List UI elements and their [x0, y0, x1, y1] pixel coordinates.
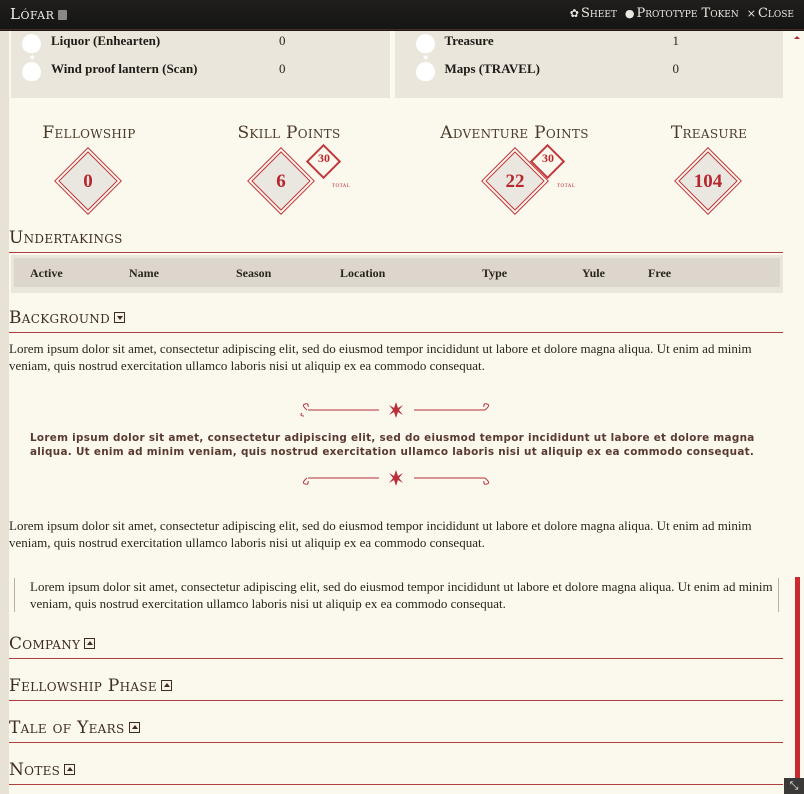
treasure-value[interactable]: 104: [678, 171, 738, 193]
expand-toggle-icon[interactable]: [128, 722, 140, 733]
stat-fellowship: Fellowship: [39, 123, 139, 143]
character-name: Lófar: [10, 5, 55, 23]
notes-heading[interactable]: Notes: [9, 760, 783, 785]
background-paragraph: Lorem ipsum dolor sit amet, consectetur …: [9, 341, 752, 373]
stat-label: Treasure: [670, 123, 748, 143]
stat-label: Adventure Points: [440, 123, 589, 143]
bag-icon: [415, 31, 435, 53]
adventure-points-total[interactable]: 30: [533, 151, 563, 166]
stats-row: Fellowship 0 Skill Points 6 30 total Adv…: [9, 123, 795, 223]
inventory-item[interactable]: Treasure 1: [415, 31, 784, 53]
sheet-content: Liquor (Enhearten) 0 Wind proof lantern …: [0, 31, 804, 794]
scroll-up-arrow-icon[interactable]: [794, 36, 800, 39]
section-title: Fellowship Phase: [9, 676, 157, 696]
item-name: Maps (TRAVEL): [444, 60, 540, 76]
quote-bar-left: [14, 578, 15, 612]
tied-bag-icon: [21, 53, 41, 81]
prototype-token-label: Prototype Token: [636, 6, 739, 21]
window-controls: ✿ Sheet ● Prototype Token × Close: [570, 6, 794, 21]
column-header-season: Season: [236, 266, 272, 280]
stat-treasure: Treasure: [659, 123, 759, 143]
item-value[interactable]: 0: [673, 61, 680, 77]
bag-icon: [21, 31, 41, 53]
column-header-active: Active: [30, 266, 63, 280]
column-header-yule: Yule: [582, 266, 605, 280]
window-title: Lófar: [10, 5, 68, 23]
skill-points-value[interactable]: 6: [251, 171, 311, 193]
section-title: Notes: [9, 760, 61, 780]
prototype-token-button[interactable]: ● Prototype Token: [625, 6, 739, 21]
stat-label: Fellowship: [42, 123, 136, 143]
column-header-type: Type: [482, 266, 508, 280]
user-circle-icon: ●: [624, 7, 635, 20]
item-value[interactable]: 0: [279, 61, 286, 77]
gear-icon: ✿: [569, 7, 580, 20]
inventory-column-left: Liquor (Enhearten) 0 Wind proof lantern …: [11, 31, 390, 98]
expand-toggle-icon[interactable]: [160, 680, 172, 691]
tied-bag-icon: [415, 53, 435, 81]
collapse-toggle-icon[interactable]: [114, 312, 125, 323]
document-icon[interactable]: [58, 10, 68, 20]
undertakings-table: Active Name Season Location Type Yule Fr…: [11, 255, 783, 293]
inventory-column-right: Treasure 1 Maps (TRAVEL) 0: [394, 31, 784, 98]
background-centered-quote: Lorem ipsum dolor sit amet, consectetur …: [30, 432, 755, 458]
column-header-name: Name: [129, 266, 159, 280]
skill-points-total[interactable]: 30: [309, 151, 339, 166]
sheet-label: Sheet: [581, 6, 617, 21]
item-name: Liquor (Enhearten): [51, 33, 161, 48]
section-title: Background: [9, 308, 110, 328]
item-name: Treasure: [444, 33, 494, 48]
expand-toggle-icon[interactable]: [64, 764, 76, 775]
tale-of-years-heading[interactable]: Tale of Years: [9, 718, 783, 743]
fellowship-phase-heading[interactable]: Fellowship Phase: [9, 676, 783, 701]
inventory-panel: Liquor (Enhearten) 0 Wind proof lantern …: [11, 31, 783, 98]
column-header-free: Free: [648, 266, 672, 280]
stat-label: Skill Points: [237, 123, 341, 143]
company-heading[interactable]: Company: [9, 634, 783, 659]
inventory-item[interactable]: Wind proof lantern (Scan) 0: [21, 51, 390, 86]
section-title: Tale of Years: [9, 718, 125, 738]
total-label: total: [332, 181, 351, 189]
resize-handle-icon[interactable]: ⤡: [784, 778, 804, 794]
table-header-row: Active Name Season Location Type Yule Fr…: [14, 258, 780, 287]
ornament-divider-top: [300, 402, 490, 418]
background-paragraph: Lorem ipsum dolor sit amet, consectetur …: [9, 518, 752, 550]
background-blockquote: Lorem ipsum dolor sit amet, consectetur …: [30, 579, 773, 611]
stat-adventure-points: Adventure Points: [427, 123, 602, 143]
background-heading[interactable]: Background: [9, 308, 783, 333]
item-name: Wind proof lantern (Scan): [51, 60, 198, 76]
ornament-divider-bottom: [302, 470, 490, 486]
window-titlebar[interactable]: Lófar ✿ Sheet ● Prototype Token × Close: [0, 0, 804, 30]
section-title: Undertakings: [9, 228, 123, 248]
section-title: Company: [9, 634, 81, 654]
total-label: total: [557, 181, 576, 189]
inventory-item[interactable]: Maps (TRAVEL) 0: [415, 51, 784, 86]
quote-bar-right: [778, 578, 779, 612]
sheet-button[interactable]: ✿ Sheet: [570, 6, 617, 21]
close-icon: ×: [746, 7, 756, 20]
expand-toggle-icon[interactable]: [84, 638, 96, 649]
close-button[interactable]: × Close: [747, 6, 794, 21]
stat-skill-points: Skill Points: [224, 123, 354, 143]
column-header-location: Location: [340, 266, 386, 280]
inventory-item[interactable]: Liquor (Enhearten) 0: [21, 31, 390, 53]
item-value[interactable]: 1: [673, 33, 680, 49]
close-label: Close: [757, 6, 794, 21]
fellowship-value[interactable]: 0: [58, 171, 118, 193]
scrollbar-thumb[interactable]: [795, 577, 800, 794]
item-value[interactable]: 0: [279, 33, 286, 49]
adventure-points-value[interactable]: 22: [485, 171, 545, 193]
undertakings-heading: Undertakings: [9, 228, 783, 253]
